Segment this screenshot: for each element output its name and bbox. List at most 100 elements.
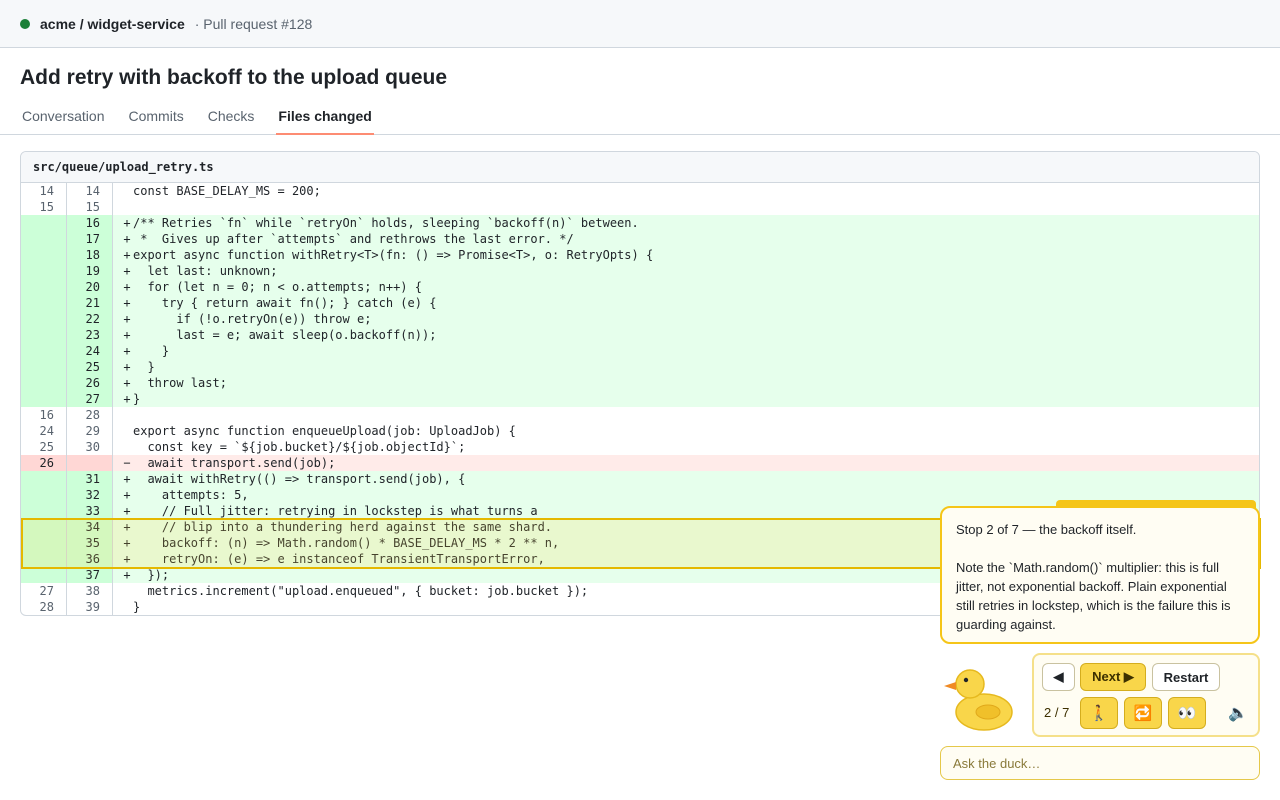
diff-sign: + xyxy=(123,360,131,374)
diff-line[interactable]: 26 − await transport.send(job); xyxy=(21,455,1259,471)
old-line-number[interactable] xyxy=(21,327,67,343)
old-line-number[interactable] xyxy=(21,535,67,551)
old-line-number[interactable] xyxy=(21,359,67,375)
new-line-number[interactable]: 24 xyxy=(67,343,113,359)
ask-duck-input[interactable] xyxy=(940,746,1260,780)
tab-commits[interactable]: Commits xyxy=(127,100,186,135)
diff-line[interactable]: 25 30 const key = `${job.bucket}/${job.ob… xyxy=(21,439,1259,455)
diff-line[interactable]: 22 + if (!o.retryOn(e)) throw e; xyxy=(21,311,1259,327)
next-button[interactable]: Next ▶ xyxy=(1080,663,1146,691)
diff-line[interactable]: 25 + } xyxy=(21,359,1259,375)
diff-line[interactable]: 24 + } xyxy=(21,343,1259,359)
old-line-number[interactable] xyxy=(21,551,67,567)
old-line-number[interactable] xyxy=(21,503,67,519)
diff-line[interactable]: 20 + for (let n = 0; n < o.attempts; n++)… xyxy=(21,279,1259,295)
old-line-number[interactable]: 27 xyxy=(21,583,67,599)
diff-sign: + xyxy=(123,328,131,342)
diff-line[interactable]: 16 +/** Retries `fn` while `retryOn` hold… xyxy=(21,215,1259,231)
diff-sign xyxy=(121,599,133,615)
diff-sign: + xyxy=(123,248,131,262)
diff-line[interactable]: 16 28 xyxy=(21,407,1259,423)
diff-line[interactable]: 15 15 xyxy=(21,199,1259,215)
prev-button[interactable]: ◀ xyxy=(1042,663,1075,691)
diff-line[interactable]: 19 + let last: unknown; xyxy=(21,263,1259,279)
code-text: last = e; await sleep(o.backoff(n)); xyxy=(133,328,437,342)
tab-checks[interactable]: Checks xyxy=(206,100,257,135)
new-line-number[interactable]: 18 xyxy=(67,247,113,263)
new-line-number[interactable]: 35 xyxy=(67,535,113,551)
old-line-number[interactable] xyxy=(21,343,67,359)
walk-mode-icon[interactable]: 🚶 xyxy=(1080,697,1118,729)
tab-files-changed[interactable]: Files changed xyxy=(276,100,374,135)
old-line-number[interactable] xyxy=(21,487,67,503)
old-line-number[interactable] xyxy=(21,263,67,279)
old-line-number[interactable] xyxy=(21,519,67,535)
diff-sign: + xyxy=(123,280,131,294)
diff-sign xyxy=(121,183,133,199)
new-line-number[interactable]: 34 xyxy=(67,519,113,535)
old-line-number[interactable]: 16 xyxy=(21,407,67,423)
new-line-number[interactable]: 30 xyxy=(67,439,113,455)
old-line-number[interactable] xyxy=(21,311,67,327)
new-line-number[interactable]: 28 xyxy=(67,407,113,423)
new-line-number[interactable]: 16 xyxy=(67,215,113,231)
code-text: export async function enqueueUpload(job:… xyxy=(133,424,516,438)
new-line-number[interactable]: 17 xyxy=(67,231,113,247)
new-line-number[interactable]: 21 xyxy=(67,295,113,311)
diff-line[interactable]: 17 + * Gives up after `attempts` and reth… xyxy=(21,231,1259,247)
restart-button[interactable]: Restart xyxy=(1152,663,1220,691)
code-text: /** Retries `fn` while `retryOn` holds, … xyxy=(133,216,639,230)
new-line-number[interactable]: 29 xyxy=(67,423,113,439)
new-line-number[interactable]: 19 xyxy=(67,263,113,279)
old-line-number[interactable] xyxy=(21,279,67,295)
new-line-number[interactable]: 37 xyxy=(67,567,113,583)
old-line-number[interactable] xyxy=(21,247,67,263)
diff-line[interactable]: 18 + export async function withRetry<T>(fn… xyxy=(21,247,1259,263)
new-line-number[interactable]: 33 xyxy=(67,503,113,519)
new-line-number[interactable]: 14 xyxy=(67,183,113,199)
speaker-icon[interactable]: 🔈 xyxy=(1228,703,1248,723)
eyes-icon[interactable]: 👀 xyxy=(1168,697,1206,729)
duck-mascot-icon[interactable] xyxy=(942,662,1014,734)
diff-line[interactable]: 24 29 export async function enqueueUpload(… xyxy=(21,423,1259,439)
loop-icon[interactable]: 🔁 xyxy=(1124,697,1162,729)
old-line-number[interactable]: 25 xyxy=(21,439,67,455)
tab-conversation[interactable]: Conversation xyxy=(20,100,107,135)
new-line-number[interactable]: 22 xyxy=(67,311,113,327)
old-line-number[interactable] xyxy=(21,375,67,391)
repo-name-link[interactable]: acme / widget-service xyxy=(40,16,185,32)
new-line-number[interactable]: 31 xyxy=(67,471,113,487)
old-line-number[interactable] xyxy=(21,471,67,487)
old-line-number[interactable] xyxy=(21,295,67,311)
diff-line[interactable]: 31 + await withRetry(() => transport.send… xyxy=(21,471,1259,487)
old-line-number[interactable]: 24 xyxy=(21,423,67,439)
diff-line[interactable]: 21 + try { return await fn(); } catch (e)… xyxy=(21,295,1259,311)
old-line-number[interactable]: 14 xyxy=(21,183,67,199)
diff-line[interactable]: 26 + throw last; xyxy=(21,375,1259,391)
new-line-number[interactable]: 36 xyxy=(67,551,113,567)
old-line-number[interactable]: 15 xyxy=(21,199,67,215)
old-line-number[interactable]: 28 xyxy=(21,599,67,615)
new-line-number[interactable]: 15 xyxy=(67,199,113,215)
diff-line[interactable]: 27 +} xyxy=(21,391,1259,407)
new-line-number[interactable]: 25 xyxy=(67,359,113,375)
new-line-number[interactable]: 39 xyxy=(67,599,113,615)
old-line-number[interactable]: 26 xyxy=(21,455,67,471)
code-text: for (let n = 0; n < o.attempts; n++) { xyxy=(133,280,422,294)
old-line-number[interactable] xyxy=(21,231,67,247)
new-line-number[interactable]: 32 xyxy=(67,487,113,503)
old-line-number[interactable] xyxy=(21,391,67,407)
new-line-number[interactable]: 26 xyxy=(67,375,113,391)
new-line-number[interactable]: 23 xyxy=(67,327,113,343)
new-line-number[interactable] xyxy=(67,455,113,471)
diff-line[interactable]: 14 14 const BASE_DELAY_MS = 200; xyxy=(21,183,1259,199)
tour-heading: Stop 2 of 7 — the backoff itself. xyxy=(956,522,1137,537)
new-line-number[interactable]: 38 xyxy=(67,583,113,599)
old-line-number[interactable] xyxy=(21,215,67,231)
diff-sign: + xyxy=(123,488,131,502)
new-line-number[interactable]: 27 xyxy=(67,391,113,407)
new-line-number[interactable]: 20 xyxy=(67,279,113,295)
diff-line[interactable]: 23 + last = e; await sleep(o.backoff(n)); xyxy=(21,327,1259,343)
old-line-number[interactable] xyxy=(21,567,67,583)
file-path[interactable]: src/queue/upload_retry.ts xyxy=(21,152,1259,183)
